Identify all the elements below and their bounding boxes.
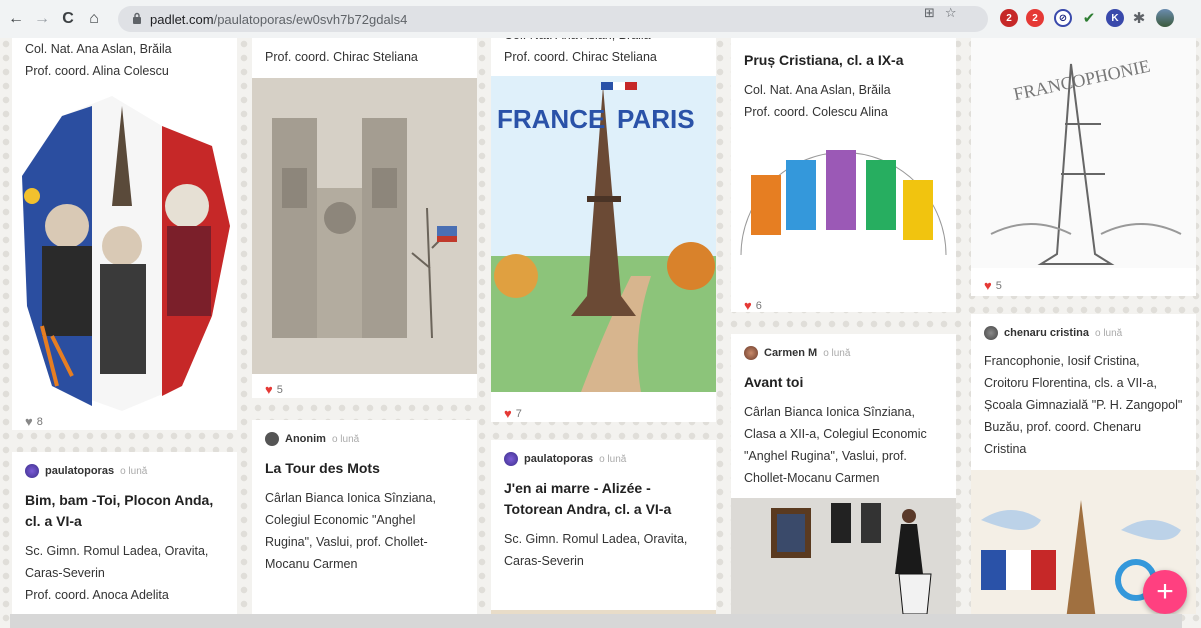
like-count: 5 xyxy=(276,383,283,396)
post-image-paris-collage[interactable] xyxy=(731,135,956,285)
image-caption-france: FRANCE xyxy=(497,104,605,134)
post-author: chenaru cristina xyxy=(1004,327,1089,339)
post-time: o lună xyxy=(599,453,627,465)
post-text-line: Colegiul Economic "Anghel xyxy=(265,513,416,527)
post-text-line: Col. Nat. Ana Aslan, Braila xyxy=(504,38,703,46)
post-title: J'en ai marre - Alizée - Totorean Andra,… xyxy=(504,480,672,517)
post-author: Anonim xyxy=(285,433,326,445)
anonymous-avatar-icon xyxy=(265,432,279,446)
post-text-line: Prof. coord. Anoca Adelita xyxy=(25,588,169,602)
like-count: 6 xyxy=(755,299,762,312)
extension-badge-1: 2 xyxy=(1006,12,1012,24)
post-card[interactable]: FRANCOPHONIE ♥ 5 xyxy=(971,38,1196,296)
url-path: /paulatoporas/ew0svh7b72gdals4 xyxy=(213,11,408,27)
like-count: 5 xyxy=(995,279,1002,292)
post-image-notre-dame[interactable] xyxy=(252,78,477,374)
post-text-line: "Anghel Rugina", Vaslui, prof. xyxy=(744,449,907,463)
like-count: 8 xyxy=(36,415,43,428)
like-count: 7 xyxy=(515,407,522,420)
post-text-line: Francophonie, Iosif Cristina, xyxy=(984,354,1140,368)
post-card[interactable]: Pruș Cristiana, cl. a IX-a Col. Nat. Ana… xyxy=(731,38,956,312)
star-bookmark-icon[interactable]: ☆ xyxy=(945,5,957,21)
translate-icon[interactable]: ⊞ xyxy=(924,5,935,21)
profile-avatar[interactable] xyxy=(1156,9,1174,27)
post-text-line: Sc. Gimn. Romul Ladea, Oravita, xyxy=(25,544,209,558)
post-text-line: Col. Nat. Ana Aslan, Brăila xyxy=(25,42,172,56)
lock-icon[interactable] xyxy=(132,12,142,27)
padlet-wall: Col. Nat. Ana Aslan, Brăila Prof. coord.… xyxy=(0,38,1201,628)
post-text-line: Prof. coord. Colescu Alina xyxy=(744,105,888,119)
post-text-line: Caras-Severin xyxy=(504,554,584,568)
extension-badge-2: 2 xyxy=(1032,12,1038,24)
horizontal-scrollbar[interactable] xyxy=(10,614,1182,628)
post-text-line: Sc. Gimn. Romul Ladea, Oravita, xyxy=(504,532,688,546)
post-text-line: Prof. coord. Alina Colescu xyxy=(25,64,169,78)
extension-icon-1[interactable]: 2 xyxy=(1000,9,1018,27)
post-image-video-still[interactable] xyxy=(731,498,956,624)
post-author: paulatoporas xyxy=(524,453,594,465)
post-image-france-map[interactable] xyxy=(12,86,237,416)
post-card[interactable]: Col. Nat. Ana Aslan, Braila Prof. coord.… xyxy=(491,38,716,422)
post-title: Pruș Cristiana, cl. a IX-a xyxy=(744,52,904,68)
home-icon[interactable]: ⌂ xyxy=(84,9,104,29)
post-text-line: Caras-Severin xyxy=(25,566,105,580)
post-text-line: Școala Gimnazială "P. H. Zangopol" xyxy=(984,398,1183,412)
post-text-line: Buzău, prof. coord. Chenaru xyxy=(984,420,1142,434)
post-text-line: Col. Nat. Ana Aslan, Brăila xyxy=(744,83,891,97)
post-card[interactable]: Anonim o lună La Tour des Mots Cârlan Bi… xyxy=(252,420,477,628)
post-text-line: Chollet-Mocanu Carmen xyxy=(744,471,880,485)
post-text-line: Prof. coord. Chirac Steliana xyxy=(265,50,418,64)
post-text-line: Clasa a XII-a, Colegiul Economic xyxy=(744,427,927,441)
reload-icon[interactable]: C xyxy=(58,9,78,29)
post-card[interactable]: Col. Nat. Ana Aslan, Brăila Prof. coord.… xyxy=(12,38,237,430)
post-title: Bim, bam -Toi, Plocon Anda, cl. a VI-a xyxy=(25,492,214,529)
post-time: o lună xyxy=(823,347,851,359)
post-text-line: Cristina xyxy=(984,442,1027,456)
heart-icon[interactable]: ♥ xyxy=(744,298,752,312)
post-text-line: Prof. coord. Chirac Steliana xyxy=(504,50,657,64)
post-card[interactable]: paulatoporas o lună J'en ai marre - Aliz… xyxy=(491,440,716,628)
post-text-line: Mocanu Carmen xyxy=(265,557,358,571)
heart-icon[interactable]: ♥ xyxy=(265,382,273,397)
post-image-francophonie-eiffel[interactable]: FRANCOPHONIE xyxy=(971,38,1196,268)
post-title: Avant toi xyxy=(744,374,804,390)
post-title: La Tour des Mots xyxy=(265,460,380,476)
extension-icon-2[interactable]: 2 xyxy=(1026,9,1044,27)
post-text-line: Rugina", Vaslui, prof. Chollet- xyxy=(265,535,428,549)
post-card[interactable]: Prof. coord. Chirac Steliana ♥ 5 xyxy=(252,38,477,398)
forward-arrow-icon[interactable]: → xyxy=(32,9,52,29)
block-icon[interactable]: ⊘ xyxy=(1054,9,1072,27)
post-image-eiffel-tower[interactable]: FRANCE PARIS xyxy=(491,76,716,392)
avatar xyxy=(744,346,758,360)
avatar xyxy=(984,326,998,340)
post-author: paulatoporas xyxy=(45,465,115,477)
post-card[interactable]: paulatoporas o lună Bim, bam -Toi, Ploco… xyxy=(12,452,237,628)
url-host: padlet.com xyxy=(150,11,214,27)
post-text-line: Cârlan Bianca Ionica Sînziana, xyxy=(744,405,915,419)
heart-icon[interactable]: ♥ xyxy=(504,406,512,421)
heart-icon[interactable]: ♥ xyxy=(25,414,33,429)
post-time: o lună xyxy=(120,465,148,477)
avatar xyxy=(25,464,39,478)
puzzle-extensions-icon[interactable]: ✱ xyxy=(1130,9,1148,27)
address-bar[interactable]: padlet.com/paulatoporas/ew0svh7b72gdals4 xyxy=(118,6,988,32)
add-post-button[interactable]: + xyxy=(1143,570,1187,614)
post-time: o lună xyxy=(331,433,360,445)
back-arrow-icon[interactable]: ← xyxy=(6,9,26,29)
post-card[interactable]: chenaru cristina o lună Francophonie, Io… xyxy=(971,314,1196,614)
post-text-line: Cârlan Bianca Ionica Sînziana, xyxy=(265,491,436,505)
heart-icon[interactable]: ♥ xyxy=(984,278,992,293)
image-caption-paris: PARIS xyxy=(617,104,695,134)
post-time: o lună xyxy=(1094,327,1123,339)
browser-toolbar: ← → C ⌂ padlet.com/paulatoporas/ew0svh7b… xyxy=(0,0,1201,38)
avatar xyxy=(504,452,518,466)
post-author: Carmen M xyxy=(764,347,818,359)
check-icon[interactable]: ✔ xyxy=(1080,9,1098,27)
k-extension-icon[interactable]: K xyxy=(1106,9,1124,27)
post-card[interactable]: Carmen M o lună Avant toi Cârlan Bianca … xyxy=(731,334,956,624)
post-text-line: Croitoru Florentina, cls. a VII-a, xyxy=(984,376,1157,390)
